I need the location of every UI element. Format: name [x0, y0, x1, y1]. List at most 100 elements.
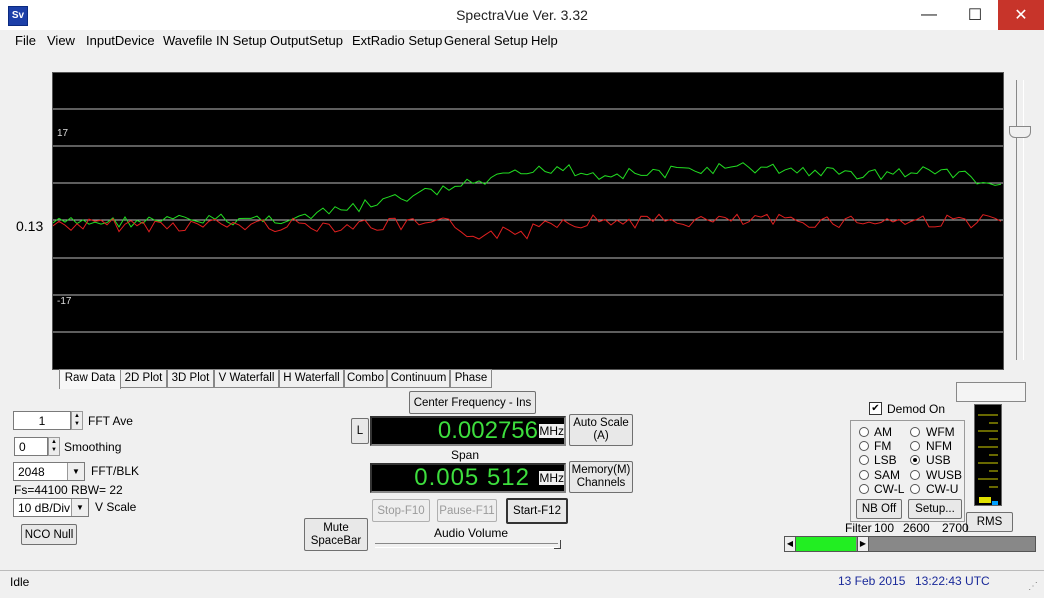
span-value: 0.005 512: [414, 464, 530, 491]
chevron-down-icon[interactable]: ▼: [67, 463, 84, 480]
mode-label-fm: FM: [874, 439, 892, 453]
memory-channels-button[interactable]: Memory(M) Channels: [569, 461, 633, 493]
vscale-label: V Scale: [95, 500, 137, 514]
radio-fm[interactable]: [859, 441, 869, 451]
status-text: Idle: [10, 575, 30, 589]
mode-label-nfm: NFM: [926, 439, 952, 453]
fs-rbw-readout: Fs=44100 RBW= 22: [14, 483, 123, 497]
vertical-slider-track[interactable]: [1016, 80, 1024, 360]
mode-label-wusb: WUSB: [926, 468, 962, 482]
tab-v-waterfall[interactable]: V Waterfall: [214, 369, 279, 388]
stop-button[interactable]: Stop-F10: [372, 499, 430, 522]
status-time: 13:22:43 UTC: [915, 574, 990, 588]
menu-extradio-setup[interactable]: ExtRadio Setup: [352, 33, 442, 48]
l-button[interactable]: L: [351, 418, 369, 444]
radio-am[interactable]: [859, 427, 869, 437]
vscale-select[interactable]: 10 dB/Div ▼: [13, 498, 89, 517]
status-bar: Idle 13 Feb 2015 13:22:43 UTC ⋰: [0, 570, 1044, 598]
smoothing-spinner[interactable]: ▲ ▼: [48, 437, 60, 456]
filter-scrollbar-thumb[interactable]: [796, 537, 856, 551]
filter-label: Filter: [845, 521, 872, 535]
auto-scale-label-2: (A): [593, 430, 609, 442]
scroll-left-icon[interactable]: ◀: [785, 537, 796, 551]
audio-volume-slider[interactable]: [375, 543, 558, 548]
scroll-right-icon[interactable]: ▶: [857, 537, 869, 551]
radio-sam[interactable]: [859, 470, 869, 480]
menu-inputdevice[interactable]: InputDevice: [86, 33, 155, 48]
rms-button[interactable]: RMS: [966, 512, 1013, 532]
mode-label-cw-l: CW-L: [874, 482, 905, 496]
smoothing-input[interactable]: 0: [14, 437, 48, 456]
mute-label-1: Mute: [323, 521, 349, 534]
radio-wfm[interactable]: [910, 427, 920, 437]
filter-value-high: 2700: [942, 521, 969, 535]
tab-3d-plot[interactable]: 3D Plot: [167, 369, 214, 388]
mode-label-lsb: LSB: [874, 453, 897, 467]
mute-button[interactable]: Mute SpaceBar: [304, 518, 368, 551]
plot-left-value: 0.13: [16, 218, 44, 234]
fft-ave-spinner[interactable]: ▲ ▼: [71, 411, 83, 430]
fft-blk-value: 2048: [18, 465, 45, 479]
start-button[interactable]: Start-F12: [506, 498, 568, 524]
menu-wavefile-in-setup[interactable]: Wavefile IN Setup: [163, 33, 267, 48]
chevron-down-icon[interactable]: ▼: [71, 499, 88, 516]
audio-volume-thumb[interactable]: [554, 540, 561, 549]
top-right-blank-button[interactable]: [956, 382, 1026, 402]
auto-scale-button[interactable]: Auto Scale (A): [569, 414, 633, 446]
menu-general-setup[interactable]: General Setup: [444, 33, 528, 48]
demod-on-checkbox[interactable]: ✔: [869, 402, 882, 415]
span-label: Span: [451, 448, 480, 462]
nco-null-button[interactable]: NCO Null: [21, 524, 77, 545]
green-trace: [53, 162, 1002, 228]
nb-off-button[interactable]: NB Off: [856, 499, 902, 519]
title-bar: Sv SpectraVue Ver. 3.32 — ☐ ✕: [0, 0, 1044, 31]
maximize-button[interactable]: ☐: [952, 0, 998, 30]
fft-ave-label: FFT Ave: [88, 414, 133, 428]
memory-label-1: Memory(M): [571, 464, 631, 476]
menu-outputsetup[interactable]: OutputSetup: [270, 33, 343, 48]
minimize-button[interactable]: —: [906, 0, 952, 30]
close-button[interactable]: ✕: [998, 0, 1044, 30]
resize-grip-icon[interactable]: ⋰: [1028, 581, 1038, 592]
menu-file[interactable]: File: [15, 33, 36, 48]
demod-on-label: Demod On: [887, 402, 946, 416]
filter-scrollbar[interactable]: ◀ ▶: [784, 536, 1036, 552]
tab-h-waterfall[interactable]: H Waterfall: [279, 369, 344, 388]
tab-phase[interactable]: Phase: [450, 369, 492, 388]
center-frequency-button[interactable]: Center Frequency - Ins: [409, 391, 536, 414]
tab-combo[interactable]: Combo: [344, 369, 387, 388]
radio-cw-u[interactable]: [910, 484, 920, 494]
demod-mode-group: AM FM LSB SAM CW-L WFM NFM USB WUSB CW-U…: [850, 420, 965, 522]
menu-view[interactable]: View: [47, 33, 75, 48]
radio-nfm[interactable]: [910, 441, 920, 451]
radio-usb[interactable]: [910, 455, 920, 465]
fft-ave-input[interactable]: 1: [13, 411, 71, 430]
signal-meter-bars: [978, 414, 998, 505]
tab-raw-data[interactable]: Raw Data: [59, 369, 121, 389]
red-trace: [53, 213, 1002, 240]
plot-canvas: [53, 108, 1003, 333]
vscale-value: 10 dB/Div: [18, 501, 71, 515]
menu-help[interactable]: Help: [531, 33, 558, 48]
radio-lsb[interactable]: [859, 455, 869, 465]
fft-blk-select[interactable]: 2048 ▼: [13, 462, 85, 481]
span-display: 0.005 512 MHz: [370, 463, 566, 493]
plot-label-bottom: -17: [57, 296, 72, 307]
radio-cw-l[interactable]: [859, 484, 869, 494]
pause-button[interactable]: Pause-F11: [437, 499, 497, 522]
vertical-slider-thumb[interactable]: [1009, 126, 1031, 138]
span-unit: MHz: [539, 471, 564, 485]
mode-label-usb: USB: [926, 453, 951, 467]
signal-meter: [974, 404, 1002, 506]
tab-continuum[interactable]: Continuum: [387, 369, 450, 388]
mode-label-am: AM: [874, 425, 892, 439]
grid-lines: [53, 108, 1003, 333]
menu-bar: File View InputDevice Wavefile IN Setup …: [0, 30, 1044, 52]
plot-label-top: 17: [57, 128, 69, 139]
smoothing-label: Smoothing: [64, 440, 122, 454]
center-frequency-unit: MHz: [539, 424, 564, 438]
spectrum-plot[interactable]: 17 -17: [52, 72, 1004, 370]
tab-2d-plot[interactable]: 2D Plot: [120, 369, 167, 388]
radio-wusb[interactable]: [910, 470, 920, 480]
setup-button[interactable]: Setup...: [908, 499, 962, 519]
